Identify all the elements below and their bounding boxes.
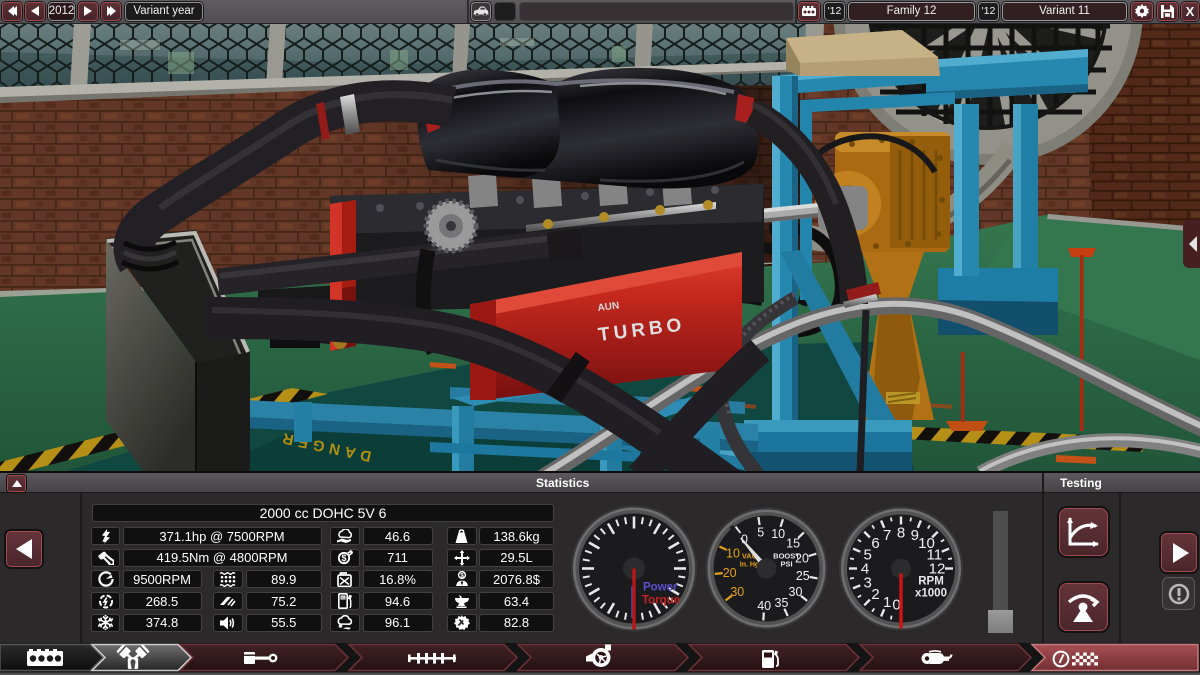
svg-text:Torque: Torque [642, 595, 680, 607]
svg-text:6: 6 [871, 535, 879, 552]
svg-text:5: 5 [757, 526, 764, 540]
svg-text:7: 7 [883, 527, 891, 544]
svg-text:35: 35 [775, 596, 789, 610]
svg-text:PSI: PSI [780, 560, 792, 569]
svg-text:30: 30 [730, 585, 744, 599]
svg-text:8: 8 [897, 525, 905, 542]
svg-text:10: 10 [771, 527, 785, 541]
svg-text:15: 15 [786, 536, 800, 550]
svg-text:Power: Power [643, 582, 678, 594]
svg-text:25: 25 [796, 569, 810, 583]
svg-text:20: 20 [723, 566, 737, 580]
svg-text:1: 1 [883, 594, 891, 611]
svg-text:2: 2 [871, 586, 879, 603]
svg-text:$: $ [460, 573, 464, 580]
svg-text:91: 91 [341, 596, 345, 600]
svg-text:x1000: x1000 [915, 588, 947, 600]
svg-text:RPM: RPM [918, 576, 944, 588]
svg-text:$: $ [341, 553, 346, 563]
svg-text:10: 10 [726, 546, 740, 560]
svg-text:30: 30 [789, 585, 803, 599]
svg-text:In. Hg: In. Hg [740, 562, 759, 569]
svg-text:40: 40 [757, 599, 771, 613]
